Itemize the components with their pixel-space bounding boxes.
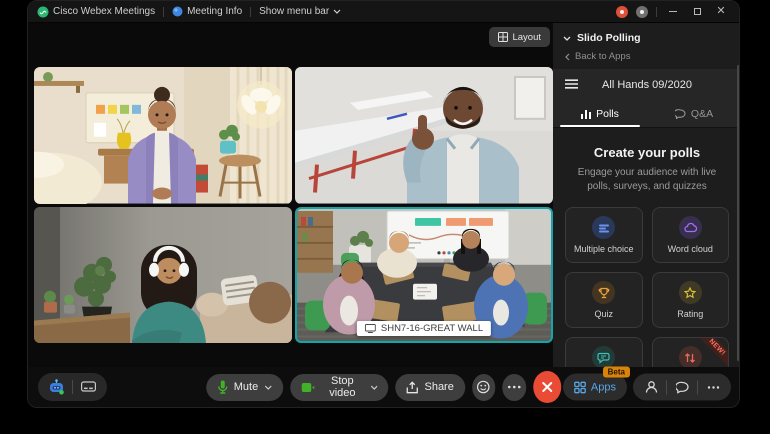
maximize-button[interactable] (689, 5, 705, 19)
apps-button[interactable]: Apps (563, 374, 627, 401)
poll-type-grid: Multiple choice Word cloud (565, 207, 729, 393)
chat-button[interactable] (667, 376, 697, 399)
tab-qa[interactable]: Q&A (647, 100, 740, 127)
smiley-icon (477, 380, 491, 394)
leave-meeting-button[interactable] (533, 371, 561, 403)
video-tile-participant-3[interactable] (34, 207, 292, 344)
more-panels-button[interactable] (698, 376, 728, 399)
word-cloud-icon (679, 216, 702, 239)
control-bar: Mute Stop video Sh (28, 367, 739, 407)
assistant-robot-icon (48, 379, 65, 395)
video-grid: SHN7-16-GREAT WALL (34, 67, 553, 343)
poll-type-quiz[interactable]: Quiz (565, 272, 643, 328)
poll-type-rating[interactable]: Rating (652, 272, 730, 328)
share-button[interactable]: Share (395, 374, 464, 401)
panel-controls: Apps Beta (563, 374, 731, 401)
closed-captions-icon (81, 381, 96, 393)
webex-window: Cisco Webex Meetings Meeting Info Show m… (27, 0, 740, 408)
tab-polls[interactable]: Polls (553, 100, 647, 127)
multiple-choice-icon (592, 216, 615, 239)
polls-bars-icon (581, 109, 591, 119)
video-tile-participant-2[interactable] (295, 67, 553, 204)
participant-1-video-illustration (34, 67, 292, 204)
chevron-down-icon (264, 385, 272, 390)
camera-device-icon (365, 324, 376, 333)
session-card: All Hands 09/2020 Polls Q&A (553, 69, 740, 128)
rating-star-icon (679, 281, 702, 304)
chevron-down-icon (371, 385, 378, 390)
share-icon (406, 381, 418, 394)
video-stage: Layout (28, 23, 553, 367)
panel-title: Slido Polling (577, 32, 641, 44)
video-tile-participant-1[interactable] (34, 67, 292, 204)
close-button[interactable]: ✕ (713, 5, 729, 19)
microphone-icon (217, 380, 228, 394)
chat-bubble-icon (676, 381, 689, 393)
divider (250, 7, 251, 17)
sidebar-toggle-group (633, 374, 731, 401)
ranking-arrows-icon (679, 346, 702, 369)
panel-collapse-chevron-icon[interactable] (563, 36, 571, 41)
back-to-apps-link[interactable]: Back to Apps (553, 47, 740, 69)
webex-logo-icon (37, 6, 49, 18)
close-x-icon (541, 381, 553, 393)
slido-panel: Slido Polling Back to Apps All Hands 09/… (553, 23, 740, 367)
recording-indicator[interactable] (616, 6, 628, 18)
reactions-button[interactable] (472, 374, 496, 401)
minimize-button[interactable] (665, 5, 681, 19)
active-device-label: SHN7-16-GREAT WALL (357, 321, 491, 336)
menu-hamburger-icon[interactable] (565, 79, 578, 89)
titlebar: Cisco Webex Meetings Meeting Info Show m… (28, 1, 739, 23)
meeting-info-icon (172, 6, 183, 17)
layout-grid-icon (498, 32, 508, 42)
more-options-button[interactable] (503, 374, 527, 401)
participant-2-video-illustration (295, 67, 553, 204)
call-controls: Mute Stop video Sh (206, 371, 562, 403)
beta-badge: Beta (603, 367, 630, 378)
divider (656, 7, 657, 17)
participant-3-video-illustration (34, 207, 292, 344)
qa-bubble-icon (675, 109, 686, 119)
poll-type-word-cloud[interactable]: Word cloud (652, 207, 730, 263)
connection-indicator[interactable] (636, 6, 648, 18)
layout-button[interactable]: Layout (489, 27, 550, 47)
participants-icon (645, 381, 658, 394)
ellipsis-icon (507, 385, 521, 389)
video-tile-conference-room[interactable]: SHN7-16-GREAT WALL (295, 207, 553, 344)
polls-subheading: Engage your audience with live polls, su… (571, 166, 723, 194)
webex-assistant-button[interactable] (41, 375, 72, 399)
assistant-caption-group (38, 373, 107, 401)
meeting-info-button[interactable]: Meeting Info (172, 6, 242, 17)
closed-captions-button[interactable] (73, 375, 104, 399)
quiz-trophy-icon (592, 281, 615, 304)
polls-heading: Create your polls (565, 145, 729, 160)
ellipsis-icon (707, 385, 720, 389)
chevron-down-icon (333, 9, 341, 14)
divider (163, 7, 164, 17)
chevron-left-icon (565, 53, 570, 61)
app-title: Cisco Webex Meetings (37, 6, 155, 18)
panel-scrollbar[interactable] (737, 65, 740, 361)
show-menu-bar-toggle[interactable]: Show menu bar (259, 6, 341, 17)
video-camera-icon (301, 382, 314, 393)
session-title: All Hands 09/2020 (553, 79, 740, 91)
stop-video-button[interactable]: Stop video (290, 374, 388, 401)
participants-button[interactable] (636, 376, 666, 399)
poll-type-multiple-choice[interactable]: Multiple choice (565, 207, 643, 263)
apps-grid-icon (574, 381, 586, 393)
mute-button[interactable]: Mute (206, 374, 283, 401)
